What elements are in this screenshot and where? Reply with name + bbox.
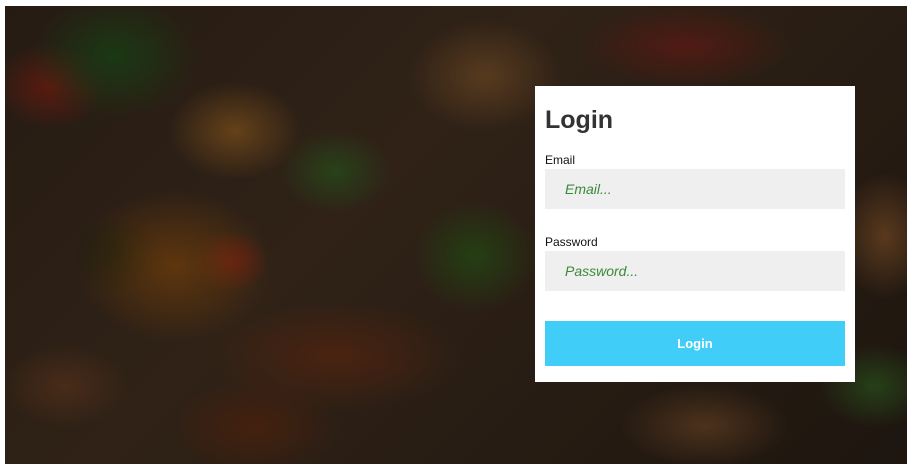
email-input[interactable] bbox=[545, 169, 845, 209]
password-label: Password bbox=[545, 235, 598, 249]
password-input[interactable] bbox=[545, 251, 845, 291]
login-form: Login Email Password Login bbox=[535, 86, 855, 382]
login-title: Login bbox=[545, 106, 614, 134]
email-label: Email bbox=[545, 153, 576, 167]
login-button[interactable]: Login bbox=[545, 321, 845, 366]
page-frame: Login Email Password Login bbox=[5, 6, 907, 464]
